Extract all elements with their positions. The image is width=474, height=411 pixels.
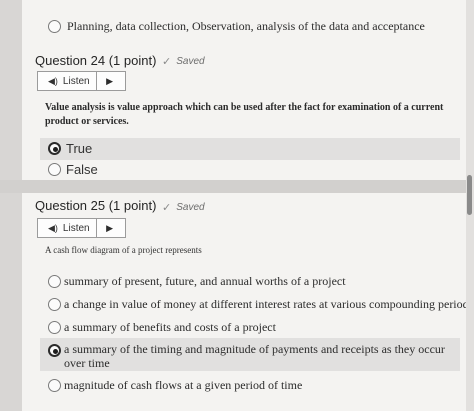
radio-button[interactable] [48,298,61,311]
question-25-text: A cash flow diagram of a project represe… [45,245,202,255]
saved-status: ✓ Saved [162,201,205,214]
listen-control: ◀) Listen ▶ [37,218,126,238]
q25-option-3[interactable]: a summary of benefits and costs of a pro… [48,320,458,334]
radio-button[interactable] [48,163,61,176]
scrollbar-thumb[interactable] [467,175,472,215]
option-label: True [66,141,93,156]
play-button[interactable]: ▶ [97,72,123,90]
q24-option-false[interactable]: False [48,162,98,177]
q25-option-4[interactable]: a summary of the timing and magnitude of… [48,342,453,370]
radio-button-selected[interactable] [48,344,61,357]
listen-label: Listen [62,222,90,234]
q25-option-2[interactable]: a change in value of money at different … [48,297,473,311]
saved-label: Saved [176,56,205,67]
q25-option-5[interactable]: magnitude of cash flows at a given perio… [48,378,458,392]
listen-button[interactable]: ◀) Listen [38,72,97,90]
radio-button[interactable] [48,379,61,392]
listen-label: Listen [62,75,90,87]
option-label: Planning, data collection, Observation, … [67,19,425,33]
q24-option-true[interactable]: True [48,141,92,156]
play-icon: ▶ [106,75,114,86]
checkmark-icon: ✓ [162,202,172,214]
saved-status: ✓ Saved [162,55,205,68]
checkmark-icon: ✓ [162,56,172,68]
q25-option-1[interactable]: summary of present, future, and annual w… [48,274,458,288]
question-25-title: Question 25 (1 point) [35,198,157,213]
question-24-title: Question 24 (1 point) [35,53,157,68]
option-label: a summary of the timing and magnitude of… [64,342,445,370]
listen-control: ◀) Listen ▶ [37,71,126,91]
scrollbar[interactable] [466,0,474,411]
q23-option-last[interactable]: Planning, data collection, Observation, … [48,19,425,33]
selected-option-highlight [40,138,460,160]
listen-button[interactable]: ◀) Listen [38,219,97,237]
play-button[interactable]: ▶ [97,219,123,237]
saved-label: Saved [176,202,205,213]
radio-button[interactable] [48,20,61,33]
option-label: a change in value of money at different … [64,297,474,311]
play-icon: ▶ [106,222,114,233]
radio-button[interactable] [48,321,61,334]
quiz-page: Planning, data collection, Observation, … [0,0,474,411]
speaker-icon: ◀) [48,75,58,86]
option-label: False [66,162,98,177]
option-label: magnitude of cash flows at a given perio… [64,378,303,392]
radio-button-selected[interactable] [48,142,61,155]
question-divider [0,180,474,193]
speaker-icon: ◀) [48,222,58,233]
question-24-text: Value analysis is value approach which c… [45,102,444,127]
option-label: summary of present, future, and annual w… [64,274,346,288]
option-label: a summary of benefits and costs of a pro… [64,320,276,334]
radio-button[interactable] [48,275,61,288]
